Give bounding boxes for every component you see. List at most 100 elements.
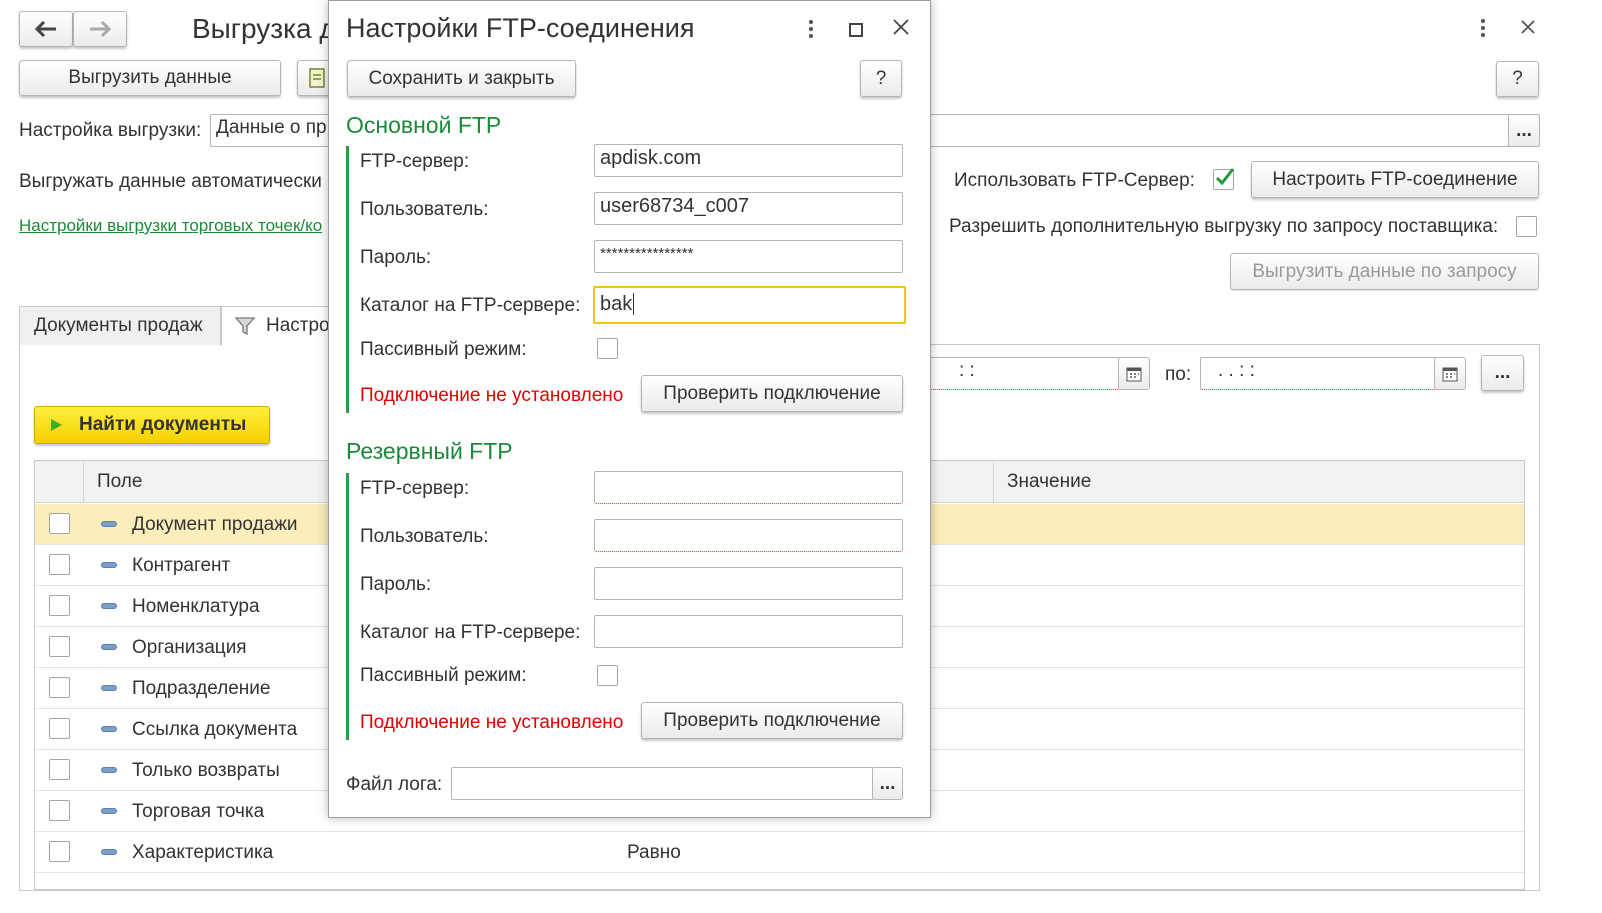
row-field-label: Торговая точка bbox=[132, 801, 265, 822]
date-from-field[interactable]: : : bbox=[925, 357, 1120, 390]
main-help-button[interactable]: ? bbox=[1496, 61, 1539, 97]
row-checkbox[interactable] bbox=[49, 677, 70, 698]
configure-ftp-button[interactable]: Настроить FTP-соединение bbox=[1251, 161, 1539, 198]
row-field-label: Организация bbox=[132, 637, 247, 658]
log-file-field[interactable] bbox=[451, 767, 874, 800]
backup-ftp-title: Резервный FTP bbox=[346, 438, 513, 464]
maximize-icon[interactable] bbox=[849, 21, 863, 37]
row-checkbox[interactable] bbox=[49, 841, 70, 862]
backup-password-field[interactable] bbox=[594, 567, 903, 600]
row-checkbox[interactable] bbox=[49, 554, 70, 575]
row-field-label: Подразделение bbox=[132, 678, 271, 699]
row-comparison: Равно bbox=[627, 842, 681, 863]
dialog-more-icon[interactable] bbox=[804, 17, 818, 41]
field-type-icon bbox=[101, 685, 117, 691]
backup-status: Подключение не установлено bbox=[360, 712, 624, 733]
field-type-icon bbox=[101, 603, 117, 609]
backup-user-label: Пользователь: bbox=[360, 526, 489, 547]
primary-passive-checkbox[interactable] bbox=[597, 338, 618, 359]
row-field-label: Ссылка документа bbox=[132, 719, 298, 740]
date-to-calendar-button[interactable] bbox=[1434, 357, 1466, 390]
grid-header-divider bbox=[993, 461, 994, 503]
more-menu-icon[interactable] bbox=[1476, 16, 1490, 40]
row-checkbox[interactable] bbox=[49, 718, 70, 739]
date-from-calendar-button[interactable] bbox=[1118, 357, 1150, 390]
backup-user-field[interactable] bbox=[594, 519, 903, 552]
grid-header-divider bbox=[83, 461, 84, 503]
close-icon[interactable] bbox=[1519, 18, 1537, 36]
forward-nav-button[interactable] bbox=[73, 11, 127, 47]
row-checkbox[interactable] bbox=[49, 759, 70, 780]
play-icon bbox=[51, 419, 62, 431]
primary-server-value: apdisk.com bbox=[600, 147, 702, 169]
back-nav-button[interactable] bbox=[19, 11, 73, 47]
calendar-icon bbox=[1442, 367, 1458, 381]
dialog-title: Настройки FTP-соединения bbox=[346, 13, 695, 43]
checkmark-icon bbox=[1215, 168, 1235, 186]
primary-password-label: Пароль: bbox=[360, 247, 432, 268]
backup-dir-field[interactable] bbox=[594, 615, 903, 648]
primary-password-field[interactable]: **************** bbox=[594, 240, 903, 273]
table-row[interactable]: Характеристика Равно bbox=[35, 832, 1524, 873]
find-documents-button[interactable]: Найти документы bbox=[34, 406, 270, 444]
forward-arrow-icon bbox=[90, 21, 111, 37]
use-ftp-checkbox[interactable] bbox=[1213, 168, 1235, 190]
grid-header-value[interactable]: Значение bbox=[1007, 471, 1091, 493]
date-from-value: : : bbox=[959, 360, 975, 381]
field-type-icon bbox=[101, 521, 117, 527]
setting-value: Данные о пр bbox=[216, 117, 327, 138]
primary-user-value: user68734_c007 bbox=[600, 195, 750, 217]
backup-check-button[interactable]: Проверить подключение bbox=[641, 702, 903, 739]
field-type-icon bbox=[101, 562, 117, 568]
primary-ftp-bar bbox=[346, 146, 349, 413]
backup-passive-checkbox[interactable] bbox=[597, 665, 618, 686]
row-checkbox[interactable] bbox=[49, 800, 70, 821]
tab-settings[interactable]: Настро bbox=[221, 306, 341, 346]
primary-server-label: FTP-сервер: bbox=[360, 151, 470, 172]
save-and-close-button[interactable]: Сохранить и закрыть bbox=[347, 60, 576, 97]
backup-server-field[interactable] bbox=[594, 471, 903, 504]
dialog-close-icon[interactable] bbox=[892, 18, 910, 36]
row-field-label: Документ продажи bbox=[132, 514, 298, 535]
row-checkbox[interactable] bbox=[49, 636, 70, 657]
back-arrow-icon bbox=[35, 21, 56, 37]
field-type-icon bbox=[101, 849, 117, 855]
backup-ftp-bar bbox=[346, 473, 349, 740]
allow-extra-export-label: Разрешить дополнительную выгрузку по зап… bbox=[949, 216, 1499, 237]
ftp-settings-dialog: Настройки FTP-соединения Сохранить и зак… bbox=[328, 0, 931, 818]
period-select-button[interactable]: ... bbox=[1481, 355, 1524, 391]
row-field-label: Контрагент bbox=[132, 555, 231, 576]
primary-user-label: Пользователь: bbox=[360, 199, 489, 220]
primary-passive-label: Пассивный режим: bbox=[360, 339, 527, 360]
export-data-button[interactable]: Выгрузить данные bbox=[19, 60, 281, 96]
outlets-settings-link[interactable]: Настройки выгрузки торговых точек/ко bbox=[19, 216, 322, 236]
primary-dir-field[interactable]: bak bbox=[593, 286, 906, 324]
main-title: Выгрузка д bbox=[192, 13, 336, 44]
backup-passive-label: Пассивный режим: bbox=[360, 665, 527, 686]
primary-user-field[interactable]: user68734_c007 bbox=[594, 192, 903, 225]
backup-password-label: Пароль: bbox=[360, 574, 432, 595]
row-field-label: Характеристика bbox=[132, 842, 274, 863]
row-checkbox[interactable] bbox=[49, 513, 70, 534]
primary-server-field[interactable]: apdisk.com bbox=[594, 144, 903, 177]
date-to-value: . . : : bbox=[1218, 360, 1255, 381]
row-checkbox[interactable] bbox=[49, 595, 70, 616]
calendar-icon bbox=[1126, 367, 1142, 381]
allow-extra-export-checkbox[interactable] bbox=[1516, 216, 1537, 237]
row-field-label: Только возвраты bbox=[132, 760, 280, 781]
log-file-label: Файл лога: bbox=[346, 774, 443, 795]
backup-server-label: FTP-сервер: bbox=[360, 478, 470, 499]
auto-export-label: Выгружать данные автоматически bbox=[19, 171, 322, 192]
log-file-select-button[interactable]: ... bbox=[872, 767, 903, 800]
filter-icon bbox=[234, 317, 256, 336]
primary-check-button[interactable]: Проверить подключение bbox=[641, 375, 903, 412]
export-on-request-button[interactable]: Выгрузить данные по запросу bbox=[1230, 253, 1539, 290]
grid-header-field[interactable]: Поле bbox=[97, 471, 142, 493]
setting-select-button[interactable]: ... bbox=[1508, 114, 1540, 147]
tab-sales-documents[interactable]: Документы продаж bbox=[19, 306, 221, 345]
report-icon bbox=[309, 68, 325, 88]
dialog-help-button[interactable]: ? bbox=[860, 60, 902, 97]
date-to-field[interactable]: . . : : bbox=[1200, 357, 1436, 390]
find-documents-label: Найти документы bbox=[79, 414, 247, 435]
field-type-icon bbox=[101, 644, 117, 650]
